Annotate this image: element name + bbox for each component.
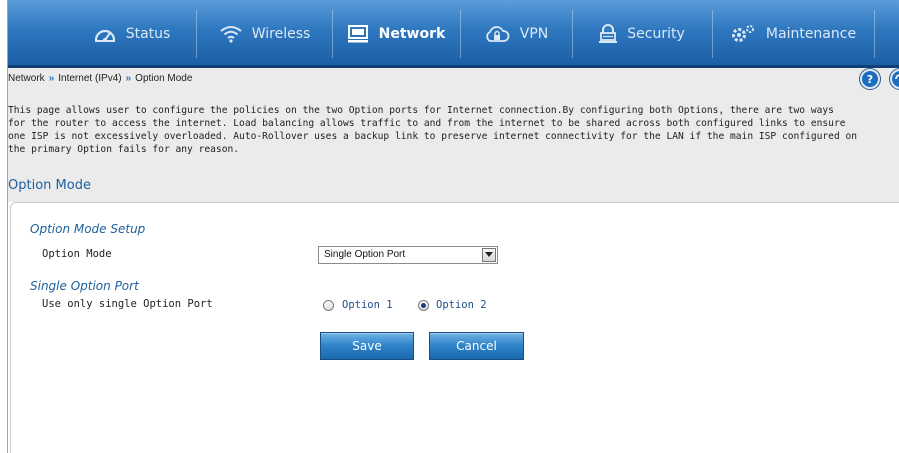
nav-divider xyxy=(196,10,197,58)
nav-label-security: Security xyxy=(627,26,685,42)
monitor-icon xyxy=(347,24,369,44)
cloud-lock-icon xyxy=(484,25,510,43)
nav-item-wireless[interactable]: Wireless xyxy=(202,0,328,68)
refresh-icon[interactable] xyxy=(890,69,899,89)
single-option-port-heading: Single Option Port xyxy=(30,279,139,293)
option-mode-label: Option Mode xyxy=(42,248,112,260)
description-area: This page allows user to configure the p… xyxy=(8,90,899,202)
description-line: the primary Option fails for any reason. xyxy=(8,144,240,155)
nav-bar: Status Wireless Network VPN Security Mai… xyxy=(8,0,899,68)
nav-divider xyxy=(332,10,333,58)
breadcrumb-separator: » xyxy=(48,73,55,84)
page-description: This page allows user to configure the p… xyxy=(8,104,899,156)
nav-divider xyxy=(460,10,461,58)
option-mode-setup-heading: Option Mode Setup xyxy=(30,222,146,236)
single-option-port-label: Use only single Option Port xyxy=(42,298,213,310)
nav-item-security[interactable]: Security xyxy=(578,0,706,68)
nav-label-maintenance: Maintenance xyxy=(765,26,857,42)
option-mode-select-value: Single Option Port xyxy=(324,249,406,260)
option-2-label[interactable]: Option 2 xyxy=(436,299,487,311)
cancel-button[interactable]: Cancel xyxy=(429,332,524,360)
breadcrumb-item-internet[interactable]: Internet (IPv4) xyxy=(58,73,121,84)
nav-item-maintenance[interactable]: Maintenance xyxy=(718,0,868,68)
gauge-icon xyxy=(94,25,116,43)
option-2-radio[interactable] xyxy=(418,300,429,311)
wifi-icon xyxy=(220,25,242,43)
breadcrumb: Network» Internet (IPv4)» Option Mode xyxy=(8,73,192,84)
option-1-radio[interactable] xyxy=(323,300,334,311)
description-line: one ISP is not excessively overloaded. A… xyxy=(8,131,858,142)
gears-icon xyxy=(730,24,756,44)
nav-divider xyxy=(712,10,713,58)
option-1-label[interactable]: Option 1 xyxy=(342,299,393,311)
form-panel xyxy=(10,202,899,453)
nav-label-vpn: VPN xyxy=(519,26,549,42)
lock-icon xyxy=(599,24,618,44)
breadcrumb-bar: Network» Internet (IPv4)» Option Mode ? xyxy=(8,68,899,90)
nav-item-status[interactable]: Status xyxy=(72,0,192,68)
chevron-down-icon[interactable] xyxy=(482,248,496,262)
nav-label-network: Network xyxy=(378,26,446,42)
nav-item-vpn[interactable]: VPN xyxy=(466,0,566,68)
help-icon[interactable]: ? xyxy=(860,69,880,89)
left-border xyxy=(0,0,8,453)
top-navigation: Status Wireless Network VPN Security Mai… xyxy=(0,0,899,68)
nav-label-wireless: Wireless xyxy=(251,26,311,42)
breadcrumb-item-current: Option Mode xyxy=(135,73,193,84)
nav-divider xyxy=(572,10,573,58)
description-line: This page allows user to configure the p… xyxy=(8,105,834,116)
option-mode-select[interactable]: Single Option Port xyxy=(318,246,498,264)
nav-item-network[interactable]: Network xyxy=(338,0,454,68)
save-button[interactable]: Save xyxy=(320,332,414,360)
breadcrumb-separator: » xyxy=(125,73,132,84)
description-line: for the router to access the internet. L… xyxy=(8,118,846,129)
nav-divider xyxy=(874,10,875,58)
nav-label-status: Status xyxy=(125,26,171,42)
breadcrumb-item-network[interactable]: Network xyxy=(8,73,45,84)
page-title: Option Mode xyxy=(8,178,91,193)
